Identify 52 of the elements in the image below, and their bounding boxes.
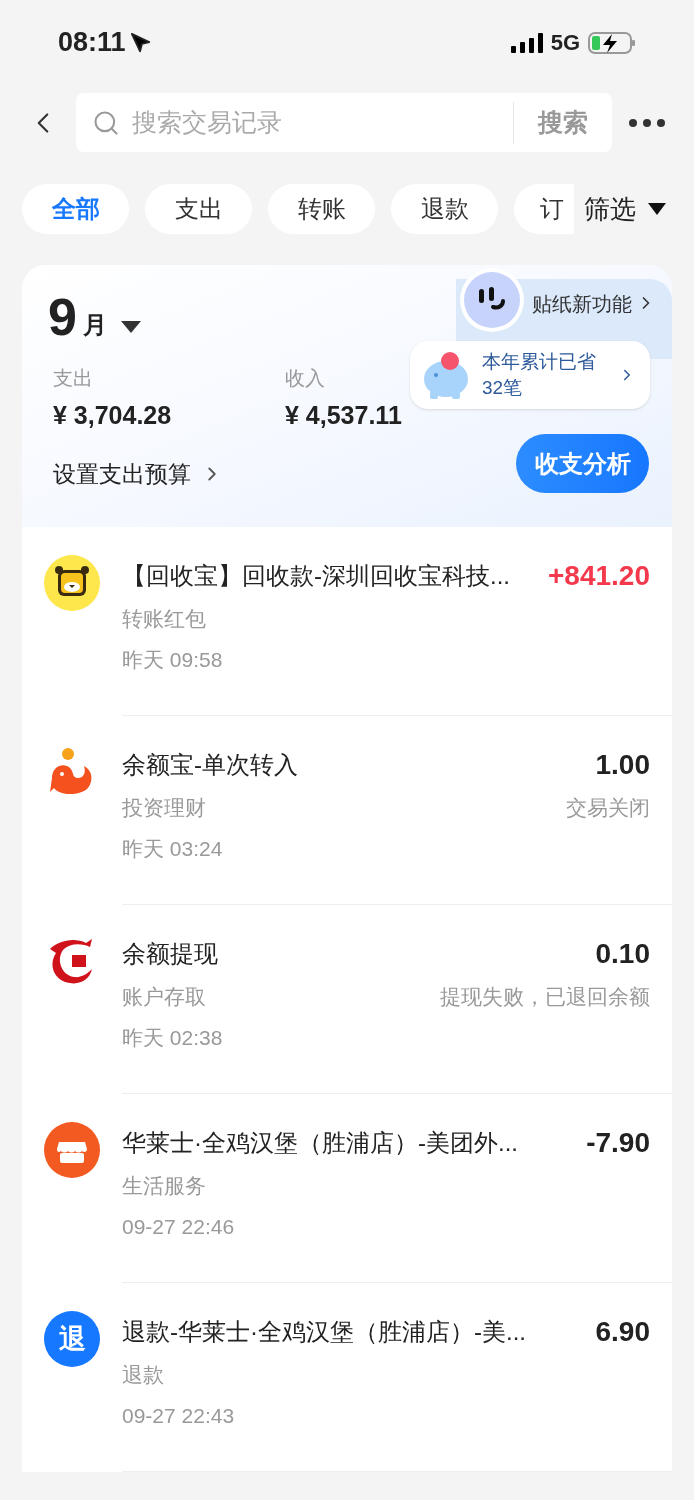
smiley-sticker-icon (459, 267, 525, 333)
savings-tooltip[interactable]: 本年累计已省 32笔 (410, 341, 650, 409)
income-label: 收入 (285, 366, 326, 391)
budget-link[interactable]: 设置支出预算 (53, 457, 223, 492)
transaction-title[interactable]: 【回收宝】回收款-深圳回收宝科技... (122, 558, 510, 594)
transaction-time: 昨天 09:58 (122, 647, 224, 673)
transaction-category: 账户存取 (122, 984, 206, 1011)
transaction-status: 交易关闭 (566, 795, 650, 822)
filter-chip[interactable]: 退款 (391, 184, 498, 234)
filter-button[interactable]: 筛选 (584, 184, 690, 234)
transaction-title[interactable]: 退款-华莱士·全鸡汉堡（胜浦店）-美... (122, 1314, 526, 1350)
network-label: 5G (550, 29, 580, 57)
month-unit: 月 (82, 310, 107, 340)
transaction-category: 生活服务 (122, 1173, 206, 1200)
transaction-time: 09-27 22:46 (122, 1214, 236, 1240)
expense-label: 支出 (53, 366, 94, 391)
savings-count: 32笔 (482, 376, 524, 400)
transaction-title[interactable]: 余额提现 (122, 936, 218, 972)
filter-chip[interactable]: 全部 (22, 184, 129, 234)
filter-chip[interactable]: 订 (514, 184, 574, 234)
month-dropdown-icon[interactable] (120, 321, 141, 333)
transaction-category: 转账红包 (122, 606, 206, 633)
transaction-amount: 1.00 (595, 748, 650, 782)
caret-icon (648, 203, 666, 215)
battery-charging-icon (588, 30, 636, 55)
transaction-time: 09-27 22:43 (122, 1403, 236, 1429)
clock: 08:11 (58, 26, 126, 60)
transaction-amount: 6.90 (595, 1315, 650, 1349)
expense-amount: ¥ 3,704.28 (53, 400, 173, 431)
signal-icon (510, 32, 543, 53)
transaction-amount: -7.90 (586, 1126, 650, 1160)
shop-icon (44, 1122, 100, 1178)
income-amount: ¥ 4,537.11 (285, 400, 402, 431)
transaction-category: 退款 (122, 1362, 164, 1389)
filter-chip[interactable]: 支出 (145, 184, 252, 234)
transaction-amount: +841.20 (548, 559, 650, 593)
transaction-title[interactable]: 华莱士·全鸡汉堡（胜浦店）-美团外... (122, 1125, 518, 1161)
search-placeholder: 搜索交易记录 (132, 106, 283, 138)
transaction-time: 昨天 02:38 (122, 1025, 224, 1051)
filter-chip[interactable]: 转账 (268, 184, 375, 234)
more-icon[interactable] (628, 117, 666, 128)
refund-icon: 退 (44, 1311, 100, 1367)
tiger-face-icon (44, 555, 100, 611)
transaction-status: 提现失败，已退回余额 (440, 984, 650, 1011)
transaction-category: 投资理财 (122, 795, 206, 822)
analysis-button[interactable]: 收支分析 (516, 434, 649, 493)
month-number: 9 (48, 291, 77, 343)
transaction-amount: 0.10 (595, 937, 650, 971)
transaction-title[interactable]: 余额宝-单次转入 (122, 747, 298, 783)
search-icon (92, 108, 120, 137)
transaction-time: 昨天 03:24 (122, 836, 224, 862)
location-icon (129, 31, 152, 54)
